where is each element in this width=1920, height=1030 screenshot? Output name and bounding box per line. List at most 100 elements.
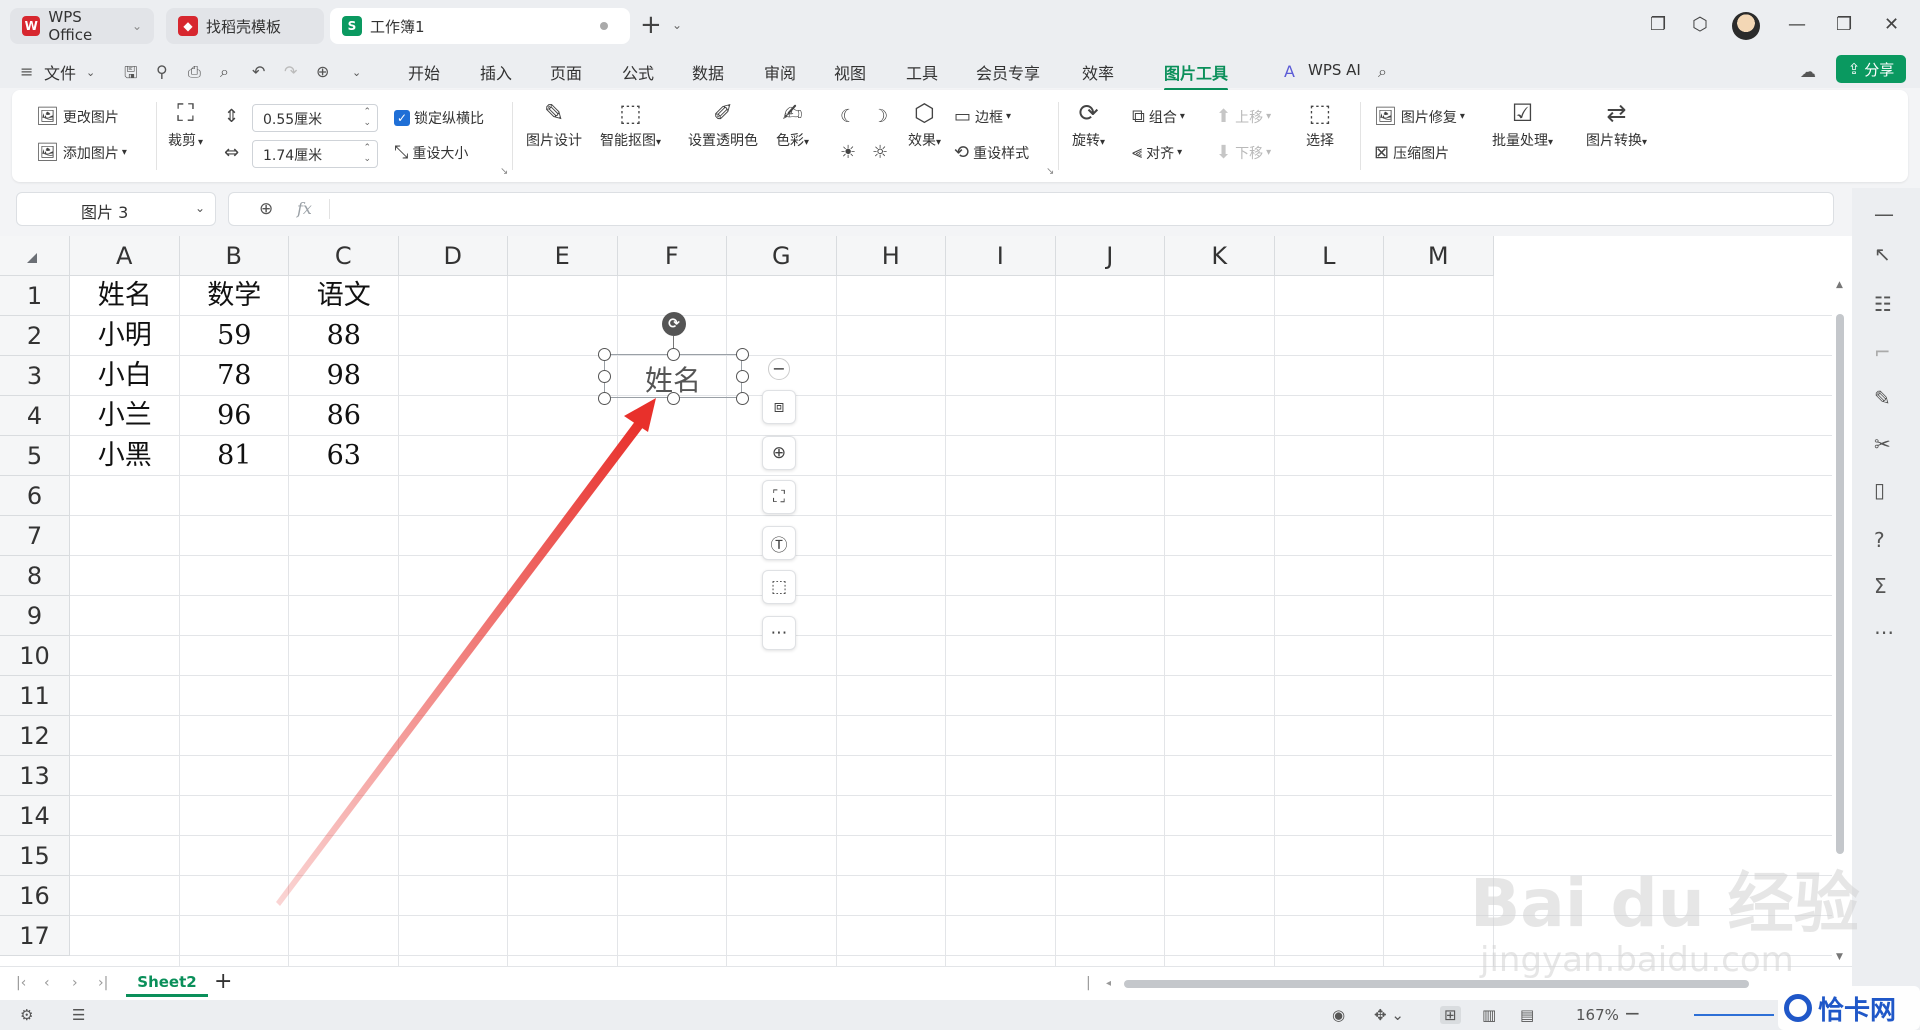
scroll-left-icon[interactable]: ◂: [1106, 978, 1111, 989]
column-header-k[interactable]: K: [1165, 236, 1275, 276]
row-header-10[interactable]: 10: [0, 636, 70, 676]
tab-wps-office[interactable]: W WPS Office ⌄: [10, 8, 154, 44]
row-header-13[interactable]: 13: [0, 756, 70, 796]
cell-b2[interactable]: 59: [180, 316, 290, 356]
accessibility-icon[interactable]: ☰: [72, 1006, 85, 1024]
cell-c3[interactable]: 98: [289, 356, 399, 396]
menu-data[interactable]: 数据: [692, 60, 724, 84]
lock-ratio-checkbox[interactable]: ✓ 锁定纵横比: [394, 108, 484, 128]
sliders-icon[interactable]: ☷: [1874, 292, 1892, 316]
menu-home[interactable]: 开始: [408, 60, 440, 84]
sheet-tab-sheet2[interactable]: Sheet2: [126, 967, 208, 997]
picture-convert-button[interactable]: ⇄ 图片转换▾: [1586, 96, 1647, 150]
resize-handle-top[interactable]: [667, 348, 680, 361]
send-backward-button[interactable]: ⬇ 下移 ▾: [1216, 142, 1271, 163]
horizontal-scrollbar[interactable]: [1124, 980, 1749, 988]
stepper-arrows-icon[interactable]: ⌃ ⌄: [363, 143, 371, 165]
column-header-a[interactable]: A: [70, 236, 180, 276]
menu-insert[interactable]: 插入: [480, 60, 512, 84]
zoom-level[interactable]: 167%: [1576, 1006, 1619, 1024]
cloud-upload-icon[interactable]: ☁: [1800, 62, 1816, 81]
menu-picture-tools[interactable]: 图片工具: [1164, 60, 1229, 91]
picture-chart-icon[interactable]: ⧈: [762, 390, 796, 424]
resize-handle-top-left[interactable]: [598, 348, 611, 361]
text-recognize-icon[interactable]: Ⓣ: [762, 526, 796, 560]
close-icon[interactable]: ✕: [1884, 14, 1899, 35]
new-doc-icon[interactable]: ⊕: [316, 62, 329, 81]
dialog-launcher-icon[interactable]: ↘: [500, 166, 508, 177]
stepper-arrows-icon[interactable]: ⌃ ⌄: [363, 107, 371, 129]
share-link-icon[interactable]: ⚲: [156, 62, 168, 81]
row-header-12[interactable]: 12: [0, 716, 70, 756]
chevron-down-icon[interactable]: ⌄: [132, 19, 142, 33]
avatar[interactable]: [1732, 12, 1760, 40]
cell-c4[interactable]: 86: [289, 396, 399, 436]
column-header-h[interactable]: H: [836, 236, 946, 276]
compress-picture-button[interactable]: ⊠ 压缩图片: [1374, 142, 1449, 163]
reset-size-button[interactable]: ⤡ 重设大小: [394, 142, 468, 163]
design-side-icon[interactable]: ✎: [1874, 386, 1891, 410]
color-button[interactable]: ✍ 色彩▾: [776, 96, 809, 150]
cell-a2[interactable]: 小明: [70, 316, 180, 356]
effects-button[interactable]: ⬡ 效果▾: [908, 96, 941, 150]
collapse-icon[interactable]: —: [1874, 202, 1894, 226]
chevron-down-icon[interactable]: ⌄: [195, 201, 205, 215]
reset-style-button[interactable]: ⟲ 重设样式: [954, 142, 1029, 163]
dialog-launcher-icon[interactable]: ↘: [1046, 166, 1054, 177]
tab-template[interactable]: ◆ 找稻壳模板: [166, 8, 324, 44]
macro-icon[interactable]: ⚙: [20, 1006, 33, 1024]
tab-workbook[interactable]: S 工作簿1: [330, 8, 630, 44]
save-icon[interactable]: 🖫: [124, 62, 138, 89]
brightness-up-icon[interactable]: ☾: [840, 106, 860, 127]
crop-icon[interactable]: ⛶: [762, 480, 796, 514]
resize-handle-bottom-left[interactable]: [598, 392, 611, 405]
column-header-m[interactable]: M: [1384, 236, 1494, 276]
row-header-8[interactable]: 8: [0, 556, 70, 596]
normal-view-icon[interactable]: ⊞: [1440, 1006, 1461, 1024]
first-sheet-icon[interactable]: |‹: [16, 975, 26, 991]
menu-efficiency[interactable]: 效率: [1082, 60, 1114, 84]
prev-sheet-icon[interactable]: ‹: [44, 975, 50, 991]
menu-formula[interactable]: 公式: [622, 60, 654, 84]
chevron-down-icon[interactable]: ⌄: [352, 66, 361, 79]
menu-review[interactable]: 审阅: [764, 60, 796, 84]
cell-a5[interactable]: 小黑: [70, 436, 180, 476]
brightness-down-icon[interactable]: ☽: [872, 106, 892, 127]
cell-b1[interactable]: 数学: [180, 276, 290, 316]
window-restore-icon[interactable]: ❐: [1650, 14, 1666, 35]
cell-c2[interactable]: 88: [289, 316, 399, 356]
row-header-7[interactable]: 7: [0, 516, 70, 556]
cell-a3[interactable]: 小白: [70, 356, 180, 396]
row-header-2[interactable]: 2: [0, 316, 70, 356]
page-break-icon[interactable]: ▤: [1520, 1006, 1534, 1024]
wps-ai-button[interactable]: WPS AI: [1308, 61, 1361, 79]
row-header-6[interactable]: 6: [0, 476, 70, 516]
zoom-out-icon[interactable]: −: [1624, 1001, 1641, 1025]
last-sheet-icon[interactable]: ›|: [98, 975, 108, 991]
center-icon[interactable]: ✥ ⌄: [1374, 1006, 1404, 1024]
cell-c5[interactable]: 63: [289, 436, 399, 476]
row-header-11[interactable]: 11: [0, 676, 70, 716]
border-button[interactable]: ▭ 边框 ▾: [954, 106, 1011, 127]
picture-repair-button[interactable]: 🖼 图片修复 ▾: [1374, 106, 1465, 127]
change-picture-button[interactable]: 🖼 更改图片: [36, 106, 119, 127]
print-icon[interactable]: ⎙: [188, 62, 201, 82]
rotate-button[interactable]: ⟳ 旋转▾: [1072, 96, 1105, 150]
menu-view[interactable]: 视图: [834, 60, 866, 84]
align-button[interactable]: ⫷ 对齐 ▾: [1132, 142, 1182, 163]
height-input[interactable]: 0.55厘米 ⌃ ⌄: [252, 104, 378, 132]
cell-a1[interactable]: 姓名: [70, 276, 180, 316]
row-header-5[interactable]: 5: [0, 436, 70, 476]
formula-bar[interactable]: ⊕ fx: [228, 192, 1834, 226]
cube-icon[interactable]: ⬡: [1692, 14, 1708, 35]
batch-process-button[interactable]: ☑ 批量处理▾: [1492, 96, 1553, 150]
hamburger-icon[interactable]: ≡: [20, 62, 33, 81]
resize-handle-bottom-right[interactable]: [736, 392, 749, 405]
unsaved-dot-icon[interactable]: [600, 22, 608, 30]
row-header-4[interactable]: 4: [0, 396, 70, 436]
crop-button[interactable]: ⛶ 裁剪 ▾: [168, 96, 203, 150]
eye-protect-icon[interactable]: ◉: [1332, 1006, 1345, 1024]
new-tab-button[interactable]: +: [640, 10, 662, 40]
column-header-f[interactable]: F: [617, 236, 727, 276]
share-button[interactable]: ⇪ 分享: [1836, 55, 1906, 83]
